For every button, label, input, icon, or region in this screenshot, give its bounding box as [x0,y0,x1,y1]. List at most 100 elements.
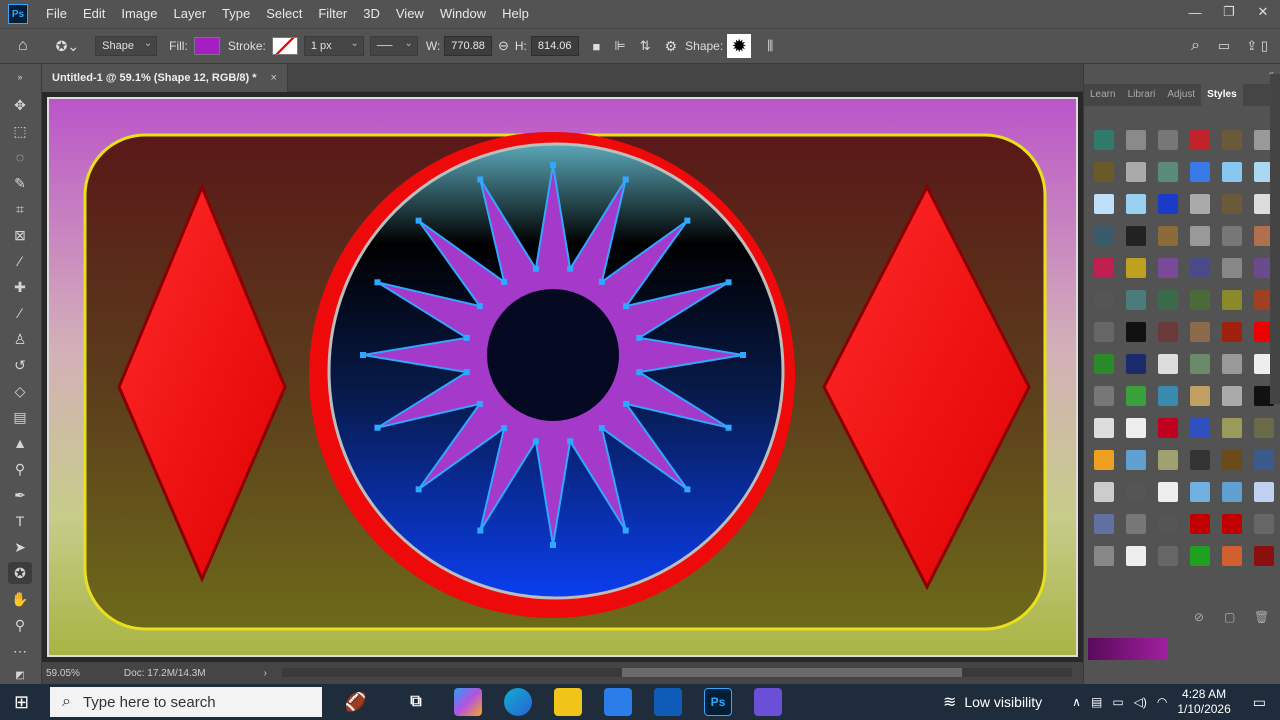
windows-start-icon[interactable]: ⊞ [14,692,29,713]
anchor-point-handle[interactable] [636,369,643,376]
style-swatch[interactable] [1094,482,1114,502]
anchor-point-handle[interactable] [623,400,630,407]
style-swatch[interactable] [1190,546,1210,566]
photoshop-taskbar-icon[interactable]: Ps [704,688,732,716]
anchor-point-handle[interactable] [476,303,483,310]
menu-help[interactable]: Help [494,0,537,28]
outlook-icon[interactable] [654,688,682,716]
style-swatch[interactable] [1222,514,1242,534]
share-icon[interactable]: ⇪ ▯ [1246,38,1268,54]
style-swatch[interactable] [1126,546,1146,566]
sunburst-shape-icon[interactable]: ✹ [727,34,752,58]
style-swatch[interactable] [1190,450,1210,470]
style-swatch[interactable] [1222,130,1242,150]
anchor-point-handle[interactable] [501,278,508,285]
style-swatch[interactable] [1158,418,1178,438]
quick-select-tool-icon[interactable]: ✎ [8,172,32,194]
style-swatch[interactable] [1158,450,1178,470]
lasso-tool-icon[interactable]: ◌ [8,146,32,168]
menu-view[interactable]: View [388,0,432,28]
home-icon[interactable]: ⌂ [18,37,28,55]
pen-tool-icon[interactable]: ✒ [8,484,32,506]
anchor-point-handle[interactable] [501,425,508,432]
frame-tool-icon[interactable]: ⊠ [8,224,32,246]
status-arrow-icon[interactable]: › [264,668,267,679]
anchor-point-handle[interactable] [360,352,366,358]
style-swatch[interactable] [1190,482,1210,502]
menu-edit[interactable]: Edit [75,0,113,28]
align-edges-icon[interactable]: ⫼ [767,38,773,54]
style-swatch[interactable] [1094,418,1114,438]
style-swatch[interactable] [1158,482,1178,502]
style-swatch[interactable] [1158,354,1178,374]
anchor-point-handle[interactable] [477,176,484,183]
style-swatch[interactable] [1158,194,1178,214]
stroke-type-select[interactable]: ── [369,35,418,56]
hand-tool-icon[interactable]: ✋ [8,588,32,610]
style-swatch[interactable] [1254,546,1274,566]
canvas-area[interactable] [42,92,1083,662]
battery-icon[interactable]: ▭ [1112,695,1123,709]
style-swatch[interactable] [1190,354,1210,374]
eraser-tool-icon[interactable]: ◇ [8,380,32,402]
style-swatch[interactable] [1222,482,1242,502]
path-operations-icon[interactable]: ■ [593,39,601,54]
document-canvas[interactable] [47,97,1078,657]
style-swatch[interactable] [1126,162,1146,182]
style-swatch[interactable] [1094,162,1114,182]
history-brush-tool-icon[interactable]: ↺ [8,354,32,376]
style-swatch[interactable] [1222,290,1242,310]
file-explorer-icon[interactable] [554,688,582,716]
menu-type[interactable]: Type [214,0,258,28]
path-arrangement-icon[interactable]: ⇅ [640,38,651,54]
collapse-icon[interactable]: » [8,66,32,88]
clear-style-icon[interactable]: ⊘ [1194,610,1204,624]
anchor-point-handle[interactable] [374,279,381,286]
minimize-icon[interactable]: — [1178,0,1212,24]
brush-tool-icon[interactable]: ∕ [8,302,32,324]
eyedropper-tool-icon[interactable]: ⁄ [8,250,32,272]
style-swatch[interactable] [1254,418,1274,438]
path-selection-tool-icon[interactable]: ➤ [8,536,32,558]
clock[interactable]: 4:28 AM 1/10/2026 [1177,687,1230,717]
style-swatch[interactable] [1222,194,1242,214]
gear-icon[interactable]: ⚙ [665,38,678,55]
anchor-point-handle[interactable] [622,527,629,534]
style-swatch[interactable] [1222,386,1242,406]
style-swatch[interactable] [1254,514,1274,534]
menu-image[interactable]: Image [113,0,165,28]
anchor-point-handle[interactable] [740,352,746,358]
width-field[interactable]: 770.88 [444,36,492,56]
dodge-tool-icon[interactable]: ⚲ [8,458,32,480]
anchor-point-handle[interactable] [415,486,422,493]
anchor-point-handle[interactable] [550,542,556,548]
style-swatch[interactable] [1094,450,1114,470]
style-swatch[interactable] [1126,290,1146,310]
path-alignment-icon[interactable]: ⊫ [614,38,625,54]
menu-layer[interactable]: Layer [166,0,215,28]
anchor-point-handle[interactable] [725,424,732,431]
visibility-status[interactable]: Low visibility [964,694,1042,710]
style-swatch[interactable] [1094,130,1114,150]
style-swatch[interactable] [1158,226,1178,246]
menu-3d[interactable]: 3D [355,0,388,28]
style-swatch[interactable] [1222,258,1242,278]
anchor-point-handle[interactable] [532,438,539,445]
anchor-point-handle[interactable] [415,217,422,224]
custom-shape-tool-icon[interactable]: ✪ [8,562,32,584]
style-swatch[interactable] [1126,322,1146,342]
style-swatch[interactable] [1158,546,1178,566]
microsoft-store-icon[interactable] [604,688,632,716]
menu-file[interactable]: File [38,0,75,28]
style-swatch[interactable] [1190,290,1210,310]
style-swatch[interactable] [1158,290,1178,310]
tool-mode-select[interactable]: Shape [95,35,158,56]
gradient-tool-icon[interactable]: ▤ [8,406,32,428]
style-swatch[interactable] [1126,482,1146,502]
healing-brush-tool-icon[interactable]: ✚ [8,276,32,298]
notifications-icon[interactable]: ▭ [1253,694,1266,711]
panel-scrollbar[interactable] [1270,74,1280,404]
anchor-point-handle[interactable] [550,162,556,168]
style-swatch[interactable] [1158,258,1178,278]
anchor-point-handle[interactable] [598,278,605,285]
